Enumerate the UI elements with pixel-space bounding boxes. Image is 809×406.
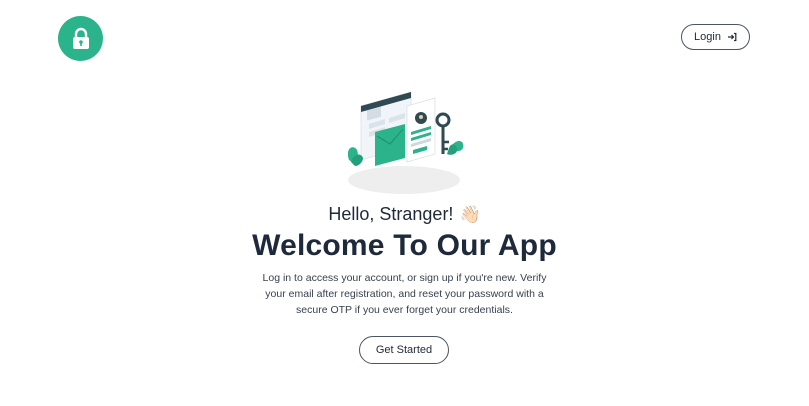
greeting-text: Hello, Stranger! <box>328 204 454 224</box>
page-title: Welcome To Our App <box>252 229 557 262</box>
waving-hand-icon: 👋🏻 <box>459 204 481 224</box>
sign-in-arrow-icon <box>727 32 737 42</box>
lock-icon <box>72 27 89 49</box>
description-text: Log in to access your account, or sign u… <box>262 272 547 316</box>
app-logo[interactable] <box>58 16 103 61</box>
login-button[interactable]: Login <box>681 24 750 50</box>
login-label: Login <box>694 31 721 43</box>
security-key-illustration <box>339 88 469 196</box>
get-started-button[interactable]: Get Started <box>359 336 449 364</box>
landing-page: Login Hello, Stranger! 👋🏻 Welcome To Our… <box>0 0 809 406</box>
greeting: Hello, Stranger! 👋🏻 <box>0 204 809 225</box>
